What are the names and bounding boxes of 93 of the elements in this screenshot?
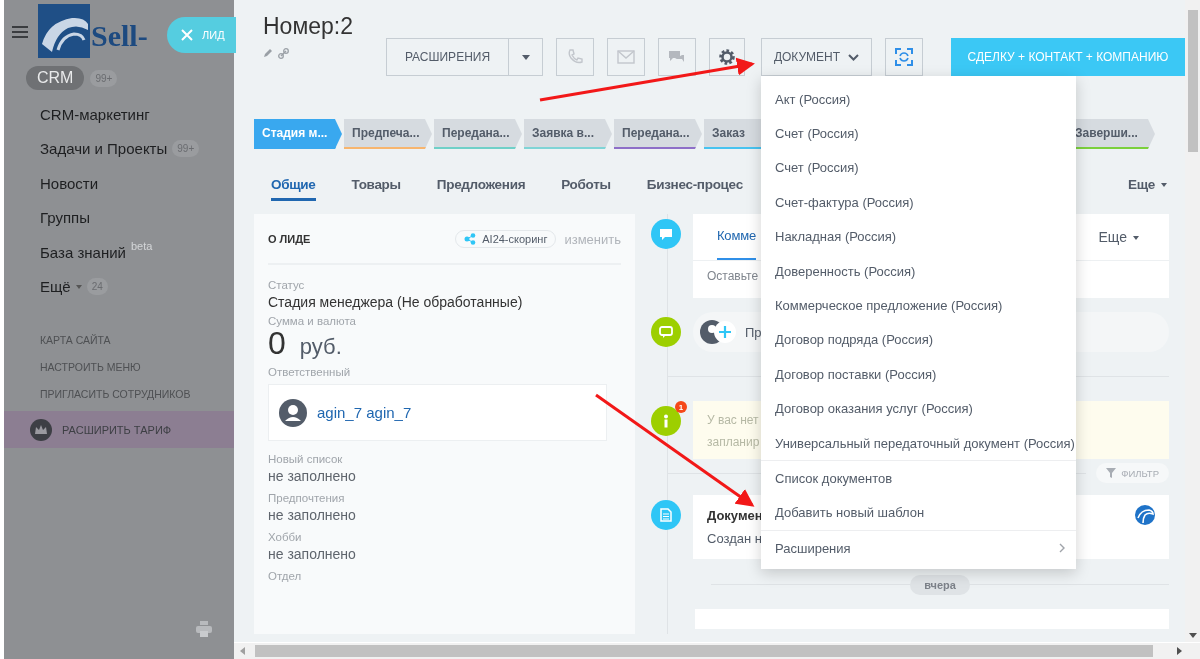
field-value: не заполнено	[268, 468, 357, 484]
gear-icon	[718, 48, 736, 66]
tab[interactable]: Роботы	[561, 173, 611, 201]
more-tab[interactable]: Еще	[1098, 229, 1139, 245]
beta-label: beta	[130, 240, 153, 252]
card-title: О ЛИДЕ	[268, 233, 311, 245]
stage-step[interactable]: Передана...	[614, 119, 702, 149]
notification-badge: 1	[675, 401, 687, 413]
comment-icon	[659, 227, 673, 241]
document-button[interactable]: ДОКУМЕНТ	[761, 38, 872, 76]
field-label: Предпочтения	[268, 492, 346, 504]
add-user-icon	[699, 319, 737, 345]
menu-item[interactable]: Договор поставки (Россия)	[761, 357, 1076, 392]
mail-icon	[617, 48, 635, 66]
tab[interactable]: Предложения	[436, 173, 526, 201]
menu-icon[interactable]	[12, 25, 28, 39]
filter-icon	[1106, 468, 1117, 478]
field-label: Ответственный	[268, 366, 352, 378]
user-link[interactable]: agin_7 agin_7	[317, 404, 412, 421]
phone-button[interactable]	[556, 38, 594, 76]
chevron-icon	[848, 53, 860, 61]
field-label: Хобби	[268, 531, 303, 543]
sidebar-item[interactable]: Задачи и Проекты	[40, 140, 168, 158]
entry-text: Создан н	[707, 531, 763, 546]
stage-step[interactable]: Предпеча...	[344, 119, 432, 149]
currency-label: руб.	[299, 334, 342, 360]
mail-button[interactable]	[607, 38, 645, 76]
share-icon	[464, 233, 477, 245]
document-icon	[659, 508, 673, 522]
scroll-down-icon	[1188, 633, 1197, 638]
chevron-right-icon	[1059, 543, 1065, 554]
field-value: не заполнено	[268, 507, 357, 523]
page-title: Номер:2	[263, 13, 354, 40]
sidebar-item[interactable]: Новости	[40, 174, 99, 192]
user-avatar-icon	[279, 398, 307, 427]
tab[interactable]: Общие	[271, 173, 316, 201]
more-tab[interactable]: Еще	[1128, 173, 1167, 201]
phone-icon	[566, 48, 584, 66]
pencil-icon[interactable]	[263, 48, 273, 58]
menu-item[interactable]: Договор оказания услуг (Россия)	[761, 391, 1076, 426]
comment-field[interactable]: Оставьте	[693, 261, 759, 283]
menu-item[interactable]: Счет-фактура (Россия)	[761, 185, 1076, 220]
date-label: вчера	[910, 575, 970, 595]
tab[interactable]: Бизнес-процес	[646, 173, 743, 201]
stage-step[interactable]: Передана...	[434, 119, 522, 149]
logo-text: Sell-	[91, 19, 148, 53]
logo-icon	[1135, 505, 1155, 525]
field-label: Отдел	[268, 570, 303, 582]
field-label: Сумма и валюта	[268, 315, 357, 327]
crown-icon	[30, 418, 52, 441]
sidebar-item[interactable]: Группы	[40, 209, 90, 227]
menu-item[interactable]: Список документов	[761, 461, 1076, 496]
crm-menu-item[interactable]: CRM	[26, 66, 85, 90]
menu-item[interactable]: Универсальный передаточный документ (Россия)	[761, 425, 1076, 461]
printer-icon[interactable]	[196, 621, 212, 637]
field-value: Стадия менеджера (Не обработанные)	[268, 294, 524, 310]
extensions-button[interactable]: РАСШИРЕНИЯ	[386, 38, 508, 76]
scroll-thumb[interactable]	[1187, 10, 1198, 152]
close-icon[interactable]	[181, 29, 193, 41]
scroll-right-icon	[1177, 647, 1182, 655]
menu-item[interactable]: Акт (Россия)	[761, 82, 1076, 117]
scroll-left-icon	[240, 647, 245, 655]
convert-icon	[895, 48, 913, 66]
sidebar-item[interactable]: CRM-маркетинг	[40, 105, 150, 123]
horizontal-scrollbar[interactable]	[234, 642, 1200, 659]
menu-item[interactable]: Накладная (Россия)	[761, 219, 1076, 254]
menu-item[interactable]: Расширения	[761, 531, 1076, 566]
caret-icon	[75, 284, 82, 289]
chat-icon	[659, 325, 673, 339]
stage-step[interactable]: Заявка в...	[524, 119, 612, 149]
tab[interactable]: Товары	[351, 173, 401, 201]
field-value: не заполнено	[268, 546, 357, 562]
field-label: Статус	[268, 279, 306, 291]
menu-item[interactable]: Коммерческое предложение (Россия)	[761, 288, 1076, 323]
menu-item[interactable]: Доверенность (Россия)	[761, 253, 1076, 289]
menu-item[interactable]: Счет (Россия)	[761, 150, 1076, 186]
amount-value: 0	[268, 325, 286, 362]
sidebar-item[interactable]: Ещё	[40, 278, 71, 296]
sidebar-item[interactable]: База знаний	[40, 243, 126, 261]
convert-button[interactable]	[885, 38, 923, 76]
logo-icon	[38, 4, 90, 58]
dropdown-button[interactable]	[508, 38, 543, 76]
menu-item[interactable]: Договор подряда (Россия)	[761, 322, 1076, 358]
field-label: Новый список	[268, 453, 344, 465]
menu-item[interactable]: Добавить новый шаблон	[761, 495, 1076, 531]
scroll-thumb[interactable]	[255, 645, 1153, 657]
tab[interactable]: Комме	[717, 214, 756, 260]
notice-text: запланир	[707, 434, 760, 451]
entry-title: Докумен	[707, 507, 763, 523]
chat-button[interactable]	[658, 38, 696, 76]
caret-icon	[521, 54, 530, 60]
link-icon[interactable]	[278, 48, 289, 59]
notice-text: У вас нет	[707, 412, 759, 429]
